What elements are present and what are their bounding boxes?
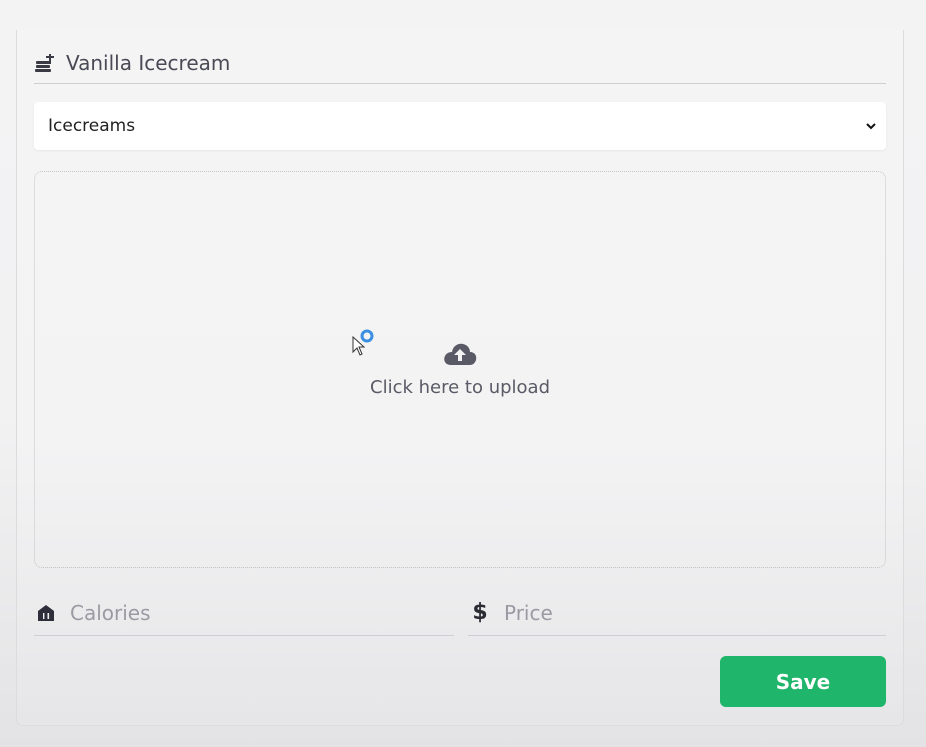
calories-field [34,590,454,636]
category-select[interactable]: Icecreams [34,102,886,150]
price-field: $ [468,590,886,636]
page: Icecreams Click here to upload [0,0,926,747]
food-tray-icon [34,52,56,74]
mouse-cursor-icon [352,328,380,356]
title-field [34,42,886,84]
cloud-upload-icon [442,341,478,367]
category-selected-value: Icecreams [48,116,136,136]
image-upload-area[interactable]: Click here to upload [34,171,886,568]
upload-label: Click here to upload [370,377,550,398]
calories-input[interactable] [70,600,400,625]
dollar-icon: $ [472,600,488,625]
dish-name-input[interactable] [66,47,666,78]
restaurant-icon [34,601,58,625]
save-button[interactable]: Save [720,656,886,707]
chevron-down-icon [864,119,878,133]
price-input[interactable] [504,600,834,625]
